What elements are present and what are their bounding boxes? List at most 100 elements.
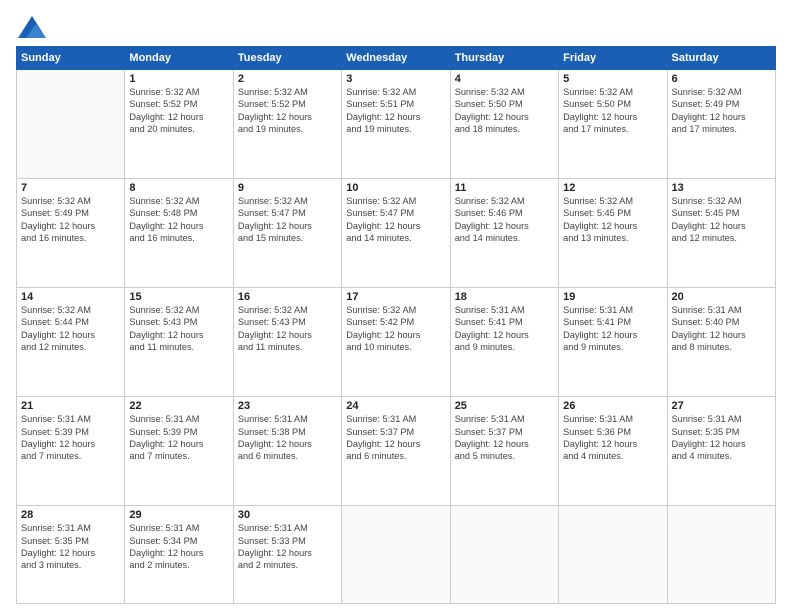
day-info: Sunrise: 5:31 AMSunset: 5:33 PMDaylight:… bbox=[238, 522, 337, 572]
day-info: Sunrise: 5:32 AMSunset: 5:43 PMDaylight:… bbox=[129, 304, 228, 354]
calendar-cell: 8Sunrise: 5:32 AMSunset: 5:48 PMDaylight… bbox=[125, 179, 233, 288]
day-info: Sunrise: 5:32 AMSunset: 5:52 PMDaylight:… bbox=[238, 86, 337, 136]
day-info: Sunrise: 5:32 AMSunset: 5:44 PMDaylight:… bbox=[21, 304, 120, 354]
day-number: 2 bbox=[238, 73, 337, 85]
calendar-cell: 19Sunrise: 5:31 AMSunset: 5:41 PMDayligh… bbox=[559, 288, 667, 397]
day-info: Sunrise: 5:31 AMSunset: 5:36 PMDaylight:… bbox=[563, 413, 662, 463]
week-row-1: 1Sunrise: 5:32 AMSunset: 5:52 PMDaylight… bbox=[17, 70, 776, 179]
calendar-cell: 7Sunrise: 5:32 AMSunset: 5:49 PMDaylight… bbox=[17, 179, 125, 288]
day-header-tuesday: Tuesday bbox=[233, 47, 341, 70]
calendar-cell: 24Sunrise: 5:31 AMSunset: 5:37 PMDayligh… bbox=[342, 397, 450, 506]
day-info: Sunrise: 5:31 AMSunset: 5:34 PMDaylight:… bbox=[129, 522, 228, 572]
day-number: 27 bbox=[672, 400, 771, 412]
day-info: Sunrise: 5:31 AMSunset: 5:41 PMDaylight:… bbox=[455, 304, 554, 354]
calendar-cell: 27Sunrise: 5:31 AMSunset: 5:35 PMDayligh… bbox=[667, 397, 775, 506]
calendar-cell: 9Sunrise: 5:32 AMSunset: 5:47 PMDaylight… bbox=[233, 179, 341, 288]
week-row-2: 7Sunrise: 5:32 AMSunset: 5:49 PMDaylight… bbox=[17, 179, 776, 288]
calendar-cell: 17Sunrise: 5:32 AMSunset: 5:42 PMDayligh… bbox=[342, 288, 450, 397]
day-info: Sunrise: 5:32 AMSunset: 5:45 PMDaylight:… bbox=[563, 195, 662, 245]
day-number: 4 bbox=[455, 73, 554, 85]
day-info: Sunrise: 5:32 AMSunset: 5:43 PMDaylight:… bbox=[238, 304, 337, 354]
day-number: 16 bbox=[238, 291, 337, 303]
day-info: Sunrise: 5:31 AMSunset: 5:41 PMDaylight:… bbox=[563, 304, 662, 354]
calendar-cell: 5Sunrise: 5:32 AMSunset: 5:50 PMDaylight… bbox=[559, 70, 667, 179]
day-number: 12 bbox=[563, 182, 662, 194]
day-info: Sunrise: 5:32 AMSunset: 5:51 PMDaylight:… bbox=[346, 86, 445, 136]
day-number: 7 bbox=[21, 182, 120, 194]
day-header-thursday: Thursday bbox=[450, 47, 558, 70]
day-info: Sunrise: 5:31 AMSunset: 5:39 PMDaylight:… bbox=[129, 413, 228, 463]
calendar-page: SundayMondayTuesdayWednesdayThursdayFrid… bbox=[0, 0, 792, 612]
day-number: 9 bbox=[238, 182, 337, 194]
day-number: 30 bbox=[238, 509, 337, 521]
day-number: 24 bbox=[346, 400, 445, 412]
day-number: 22 bbox=[129, 400, 228, 412]
day-info: Sunrise: 5:31 AMSunset: 5:35 PMDaylight:… bbox=[672, 413, 771, 463]
calendar-cell: 1Sunrise: 5:32 AMSunset: 5:52 PMDaylight… bbox=[125, 70, 233, 179]
calendar-cell: 10Sunrise: 5:32 AMSunset: 5:47 PMDayligh… bbox=[342, 179, 450, 288]
day-info: Sunrise: 5:32 AMSunset: 5:47 PMDaylight:… bbox=[238, 195, 337, 245]
day-number: 8 bbox=[129, 182, 228, 194]
calendar-cell bbox=[17, 70, 125, 179]
day-info: Sunrise: 5:31 AMSunset: 5:37 PMDaylight:… bbox=[455, 413, 554, 463]
day-info: Sunrise: 5:32 AMSunset: 5:49 PMDaylight:… bbox=[21, 195, 120, 245]
calendar-cell: 16Sunrise: 5:32 AMSunset: 5:43 PMDayligh… bbox=[233, 288, 341, 397]
calendar-cell: 4Sunrise: 5:32 AMSunset: 5:50 PMDaylight… bbox=[450, 70, 558, 179]
calendar-cell: 28Sunrise: 5:31 AMSunset: 5:35 PMDayligh… bbox=[17, 506, 125, 604]
day-number: 21 bbox=[21, 400, 120, 412]
day-number: 17 bbox=[346, 291, 445, 303]
day-number: 20 bbox=[672, 291, 771, 303]
day-info: Sunrise: 5:32 AMSunset: 5:42 PMDaylight:… bbox=[346, 304, 445, 354]
day-number: 28 bbox=[21, 509, 120, 521]
day-number: 15 bbox=[129, 291, 228, 303]
week-row-4: 21 Sunrise: 5:31 AMSunset: 5:39 PMDayligh… bbox=[17, 397, 776, 506]
calendar-cell bbox=[342, 506, 450, 604]
day-number: 13 bbox=[672, 182, 771, 194]
day-header-wednesday: Wednesday bbox=[342, 47, 450, 70]
calendar-cell: 11Sunrise: 5:32 AMSunset: 5:46 PMDayligh… bbox=[450, 179, 558, 288]
day-header-monday: Monday bbox=[125, 47, 233, 70]
week-row-3: 14Sunrise: 5:32 AMSunset: 5:44 PMDayligh… bbox=[17, 288, 776, 397]
day-info: Sunrise: 5:31 AMSunset: 5:35 PMDaylight:… bbox=[21, 522, 120, 572]
day-number: 29 bbox=[129, 509, 228, 521]
day-info: Sunrise: 5:31 AMSunset: 5:38 PMDaylight:… bbox=[238, 413, 337, 463]
day-info: Sunrise: 5:32 AMSunset: 5:49 PMDaylight:… bbox=[672, 86, 771, 136]
calendar-cell: 2Sunrise: 5:32 AMSunset: 5:52 PMDaylight… bbox=[233, 70, 341, 179]
day-number: 10 bbox=[346, 182, 445, 194]
calendar-header-row: SundayMondayTuesdayWednesdayThursdayFrid… bbox=[17, 47, 776, 70]
day-header-saturday: Saturday bbox=[667, 47, 775, 70]
calendar-cell: 25Sunrise: 5:31 AMSunset: 5:37 PMDayligh… bbox=[450, 397, 558, 506]
day-info: Sunrise: 5:31 AMSunset: 5:40 PMDaylight:… bbox=[672, 304, 771, 354]
day-number: 18 bbox=[455, 291, 554, 303]
day-info: Sunrise: 5:32 AMSunset: 5:47 PMDaylight:… bbox=[346, 195, 445, 245]
calendar-cell bbox=[559, 506, 667, 604]
calendar-cell: 26Sunrise: 5:31 AMSunset: 5:36 PMDayligh… bbox=[559, 397, 667, 506]
day-number: 11 bbox=[455, 182, 554, 194]
calendar-cell bbox=[450, 506, 558, 604]
calendar-cell: 30Sunrise: 5:31 AMSunset: 5:33 PMDayligh… bbox=[233, 506, 341, 604]
day-info: Sunrise: 5:32 AMSunset: 5:50 PMDaylight:… bbox=[563, 86, 662, 136]
day-number: 23 bbox=[238, 400, 337, 412]
calendar-cell: 20Sunrise: 5:31 AMSunset: 5:40 PMDayligh… bbox=[667, 288, 775, 397]
day-info: Sunrise: 5:32 AMSunset: 5:46 PMDaylight:… bbox=[455, 195, 554, 245]
calendar-cell: 13Sunrise: 5:32 AMSunset: 5:45 PMDayligh… bbox=[667, 179, 775, 288]
day-info: Sunrise: 5:32 AMSunset: 5:50 PMDaylight:… bbox=[455, 86, 554, 136]
calendar-cell: 29Sunrise: 5:31 AMSunset: 5:34 PMDayligh… bbox=[125, 506, 233, 604]
calendar-cell: 14Sunrise: 5:32 AMSunset: 5:44 PMDayligh… bbox=[17, 288, 125, 397]
week-row-5: 28Sunrise: 5:31 AMSunset: 5:35 PMDayligh… bbox=[17, 506, 776, 604]
day-info: Sunrise: 5:31 AMSunset: 5:37 PMDaylight:… bbox=[346, 413, 445, 463]
day-number: 5 bbox=[563, 73, 662, 85]
day-number: 6 bbox=[672, 73, 771, 85]
day-number: 26 bbox=[563, 400, 662, 412]
calendar-table: SundayMondayTuesdayWednesdayThursdayFrid… bbox=[16, 46, 776, 604]
calendar-cell: 21Sunrise: 5:31 AMSunset: 5:39 PMDayligh… bbox=[17, 397, 125, 506]
calendar-cell: 23Sunrise: 5:31 AMSunset: 5:38 PMDayligh… bbox=[233, 397, 341, 506]
day-number: 25 bbox=[455, 400, 554, 412]
calendar-cell: 6Sunrise: 5:32 AMSunset: 5:49 PMDaylight… bbox=[667, 70, 775, 179]
day-number: 3 bbox=[346, 73, 445, 85]
calendar-cell: 18Sunrise: 5:31 AMSunset: 5:41 PMDayligh… bbox=[450, 288, 558, 397]
day-number: 14 bbox=[21, 291, 120, 303]
day-number: 19 bbox=[563, 291, 662, 303]
header bbox=[16, 12, 776, 38]
day-info: Sunrise: 5:32 AMSunset: 5:52 PMDaylight:… bbox=[129, 86, 228, 136]
